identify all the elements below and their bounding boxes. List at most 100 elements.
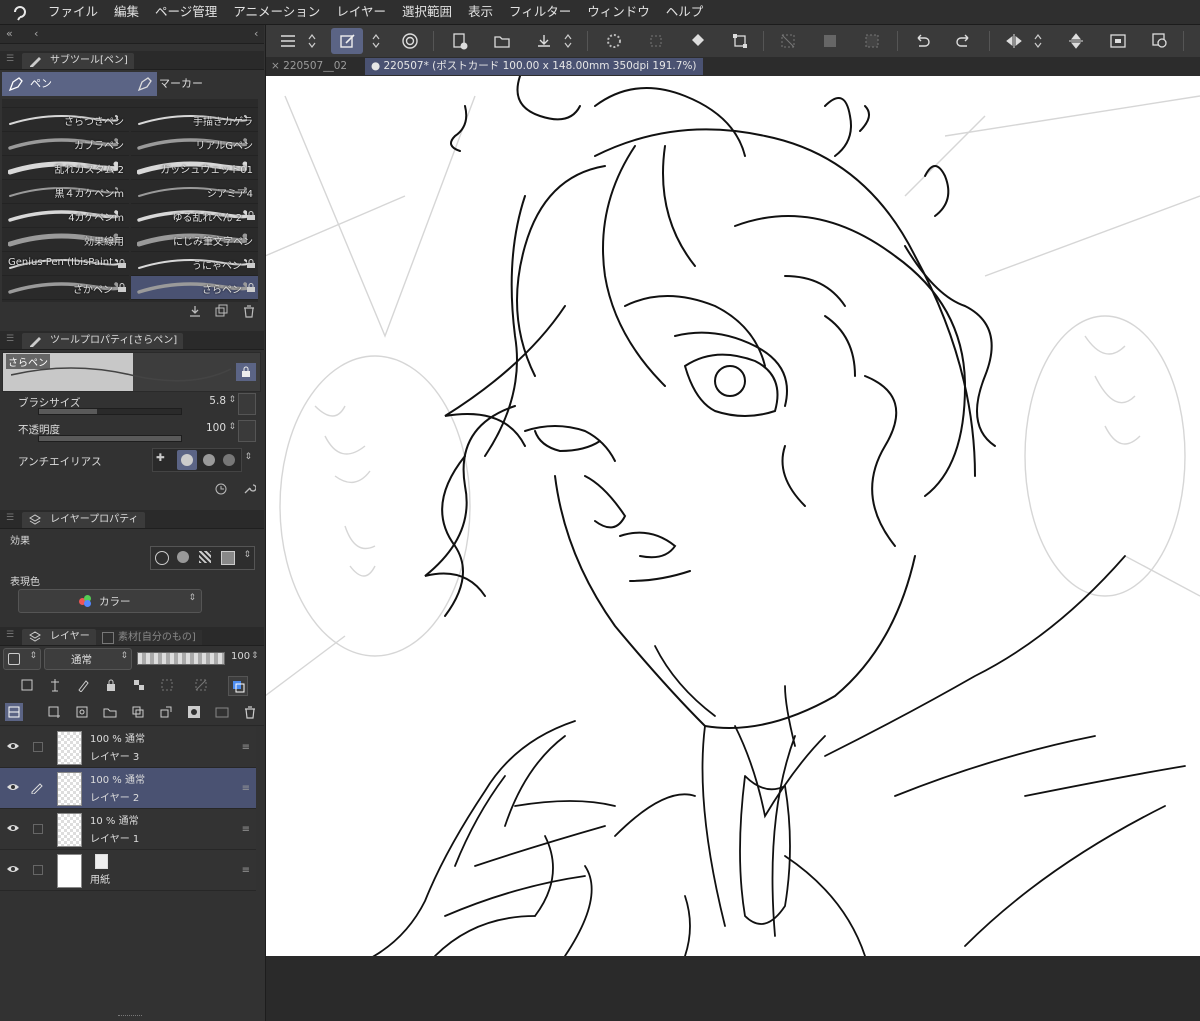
- menu-filter[interactable]: フィルター: [501, 0, 579, 24]
- grip-icon[interactable]: ☰: [6, 54, 14, 64]
- brush-size-slider[interactable]: [38, 408, 182, 415]
- pressure-toggle-icon[interactable]: [238, 420, 256, 442]
- stepper-icon[interactable]: ⇕: [228, 395, 236, 405]
- grip-icon[interactable]: ☰: [6, 334, 14, 344]
- flip-horizontal-icon[interactable]: [1001, 28, 1027, 54]
- brush-item[interactable]: にじみ筆文字ペン: [131, 228, 258, 252]
- brush-item[interactable]: 乱れカスタム 2: [2, 156, 129, 180]
- layer-select-checkbox[interactable]: [33, 865, 43, 875]
- opacity-value[interactable]: 100: [206, 422, 226, 434]
- chevron-left-icon[interactable]: ‹: [254, 27, 258, 40]
- chevron-left-icon[interactable]: ‹: [34, 27, 38, 40]
- loading-icon[interactable]: [601, 28, 627, 54]
- menu-view[interactable]: 表示: [460, 0, 501, 24]
- ruler-icon[interactable]: [192, 676, 210, 694]
- eye-icon[interactable]: [6, 741, 20, 754]
- new-vector-layer-icon[interactable]: [73, 703, 91, 721]
- fill-icon[interactable]: [685, 28, 711, 54]
- tab-marker[interactable]: マーカー: [131, 72, 289, 96]
- brush-item[interactable]: 手描きカゲラ: [131, 108, 258, 132]
- brush-item[interactable]: 効果線用: [2, 228, 129, 252]
- brush-item[interactable]: ざかペン: [2, 276, 129, 300]
- lock-transparency-icon[interactable]: [130, 676, 148, 694]
- gradient-fill-icon[interactable]: [817, 28, 843, 54]
- layer-list-view-icon[interactable]: [5, 703, 23, 721]
- save-icon[interactable]: [531, 28, 557, 54]
- brush-item[interactable]: シアミア4: [131, 180, 258, 204]
- frame-icon[interactable]: [859, 28, 885, 54]
- layer-property-tab[interactable]: レイヤープロパティ: [22, 512, 145, 528]
- tone-effect-icon[interactable]: [177, 551, 189, 563]
- redo-icon[interactable]: [951, 28, 977, 54]
- eye-icon[interactable]: [6, 782, 20, 795]
- merge-down-icon[interactable]: [129, 703, 147, 721]
- antialias-mid-icon[interactable]: [203, 454, 215, 466]
- border-effect-icon[interactable]: [155, 551, 169, 565]
- undo-icon[interactable]: [909, 28, 935, 54]
- hamburger-menu-icon[interactable]: [275, 28, 301, 54]
- fit-screen-icon[interactable]: [1105, 28, 1131, 54]
- opacity-slider[interactable]: [38, 435, 182, 442]
- brush-item[interactable]: 4カケペンm: [2, 204, 129, 228]
- double-chevron-left-icon[interactable]: «: [6, 27, 13, 40]
- open-folder-icon[interactable]: [489, 28, 515, 54]
- clip-layer-icon[interactable]: [18, 676, 36, 694]
- drag-handle-icon[interactable]: ≡: [242, 824, 250, 835]
- drag-handle-icon[interactable]: ≡: [242, 865, 250, 876]
- reset-icon[interactable]: [212, 480, 230, 498]
- antialias-strong-icon[interactable]: [223, 454, 235, 466]
- tool-property-tab[interactable]: ツールプロパティ[さらペン]: [22, 333, 184, 349]
- trash-icon[interactable]: [240, 302, 258, 320]
- layer-row[interactable]: 100 % 通常 レイヤー 2 ≡: [0, 768, 256, 809]
- zoom-icon[interactable]: [1147, 28, 1173, 54]
- lock-layer-icon[interactable]: [102, 676, 120, 694]
- stepper-icon[interactable]: [1031, 28, 1045, 54]
- brush-item[interactable]: ガッシュウェット01: [131, 156, 258, 180]
- menu-file[interactable]: ファイル: [40, 0, 106, 24]
- wrench-icon[interactable]: [240, 480, 258, 498]
- delete-layer-icon[interactable]: [241, 703, 259, 721]
- menu-animation[interactable]: アニメーション: [225, 0, 328, 24]
- mask-icon[interactable]: [158, 676, 176, 694]
- brush-item[interactable]: カブラペン: [2, 132, 129, 156]
- tab-document-2[interactable]: ● 220507* (ポストカード 100.00 x 148.00mm 350d…: [365, 58, 703, 75]
- brush-size-value[interactable]: 5.8: [209, 395, 226, 407]
- edit-tool-icon[interactable]: [331, 28, 363, 54]
- blend-mode-select[interactable]: 通常 ⇕: [44, 648, 132, 670]
- brush-item[interactable]: さらつきペン: [2, 108, 129, 132]
- layer-select-checkbox[interactable]: [33, 824, 43, 834]
- antialias-weak-icon[interactable]: [177, 450, 197, 470]
- subtool-panel-tab[interactable]: サブツール[ペン]: [22, 53, 134, 69]
- transfer-layer-icon[interactable]: [157, 703, 175, 721]
- layer-color-icon[interactable]: [221, 551, 235, 565]
- spiral-icon[interactable]: [397, 28, 423, 54]
- material-panel-tab[interactable]: 素材[自分のもの]: [96, 630, 202, 645]
- duplicate-icon[interactable]: [212, 302, 230, 320]
- brush-item[interactable]: リアルGペン: [131, 132, 258, 156]
- stepper-icon[interactable]: ⇕: [228, 422, 236, 432]
- menu-selection[interactable]: 選択範囲: [394, 0, 460, 24]
- menu-window[interactable]: ウィンドウ: [579, 0, 658, 24]
- layer-row[interactable]: 100 % 通常 レイヤー 3 ≡: [0, 727, 256, 768]
- stepper-icon[interactable]: ⇕: [244, 452, 252, 462]
- menu-edit[interactable]: 編集: [106, 0, 147, 24]
- layer-opacity-slider[interactable]: [137, 652, 225, 665]
- reference-layer-icon[interactable]: [46, 676, 64, 694]
- brush-item[interactable]: ゆる乱れぺん 2: [131, 204, 258, 228]
- brush-item[interactable]: Genius Pen (IbisPaint: [2, 252, 129, 276]
- paper-layer-row[interactable]: 用紙 ≡: [0, 850, 256, 891]
- new-raster-layer-icon[interactable]: [45, 703, 63, 721]
- transform-icon[interactable]: [727, 28, 753, 54]
- grip-icon[interactable]: ☰: [6, 630, 14, 640]
- stepper-icon[interactable]: [561, 28, 575, 54]
- stepper-icon[interactable]: [369, 28, 383, 54]
- menu-layer[interactable]: レイヤー: [328, 0, 394, 24]
- grip-icon[interactable]: ☰: [6, 513, 14, 523]
- draft-layer-icon[interactable]: [74, 676, 92, 694]
- layer-color-icon[interactable]: [228, 676, 248, 696]
- lock-icon[interactable]: [236, 363, 256, 381]
- menu-help[interactable]: ヘルプ: [658, 0, 712, 24]
- layer-select-checkbox[interactable]: [33, 742, 43, 752]
- layer-row[interactable]: 10 % 通常 レイヤー 1 ≡: [0, 809, 256, 850]
- app-logo-icon[interactable]: [0, 0, 40, 24]
